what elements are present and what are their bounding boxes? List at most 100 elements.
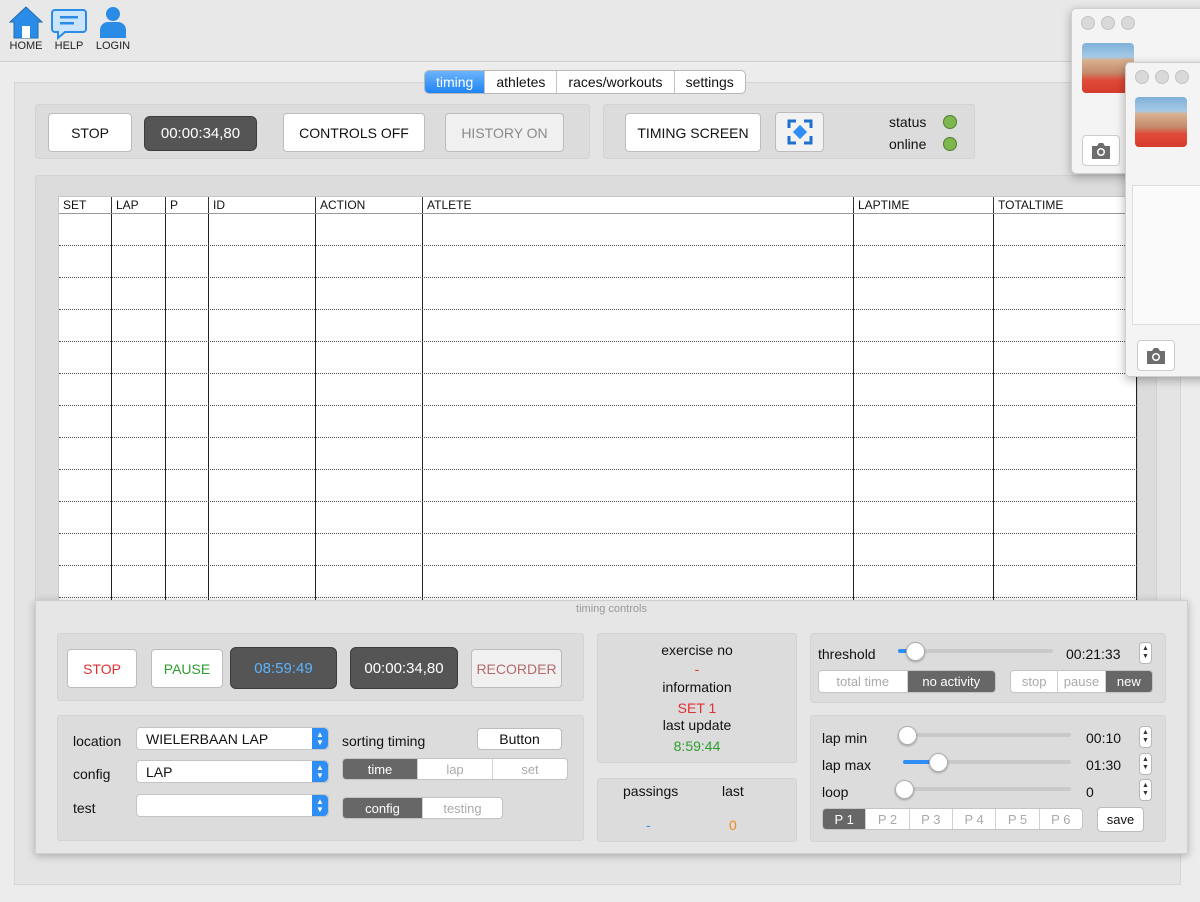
- row-divider: [59, 373, 1137, 374]
- location-label: location: [73, 733, 122, 749]
- camera-button[interactable]: [1137, 340, 1175, 371]
- tab-settings[interactable]: settings: [673, 71, 745, 93]
- camera-icon: [1092, 142, 1110, 159]
- row-divider: [59, 405, 1137, 406]
- status-label: status: [889, 114, 927, 130]
- stop-option[interactable]: stop: [1011, 671, 1057, 692]
- elapsed-clock-display: 00:00:34,80: [350, 647, 458, 689]
- controls-toggle-button[interactable]: CONTROLS OFF: [283, 113, 425, 152]
- slider-knob[interactable]: [895, 780, 914, 799]
- slider-knob[interactable]: [905, 642, 925, 661]
- slider-track: [898, 642, 1053, 661]
- window-minimize-icon[interactable]: [1155, 70, 1169, 84]
- loop-stepper[interactable]: ▲ ▼: [1139, 779, 1152, 801]
- slider-knob[interactable]: [928, 753, 948, 772]
- config-value: LAP: [146, 763, 173, 780]
- column-header-lap: LAP: [111, 197, 170, 214]
- slider-track: [898, 726, 1071, 745]
- last-update-value: 8:59:44: [673, 738, 721, 754]
- recorder-button[interactable]: RECORDER: [471, 649, 562, 688]
- controls-stop-button[interactable]: STOP: [67, 649, 137, 688]
- loop-value: 0: [1086, 784, 1094, 800]
- preset-p5[interactable]: P 5: [995, 809, 1038, 829]
- passings-label: passings: [623, 783, 679, 799]
- row-divider: [59, 565, 1137, 566]
- last-value: 0: [729, 817, 737, 833]
- column-divider: [993, 214, 994, 600]
- row-divider: [59, 309, 1137, 310]
- row-divider: [59, 437, 1137, 438]
- controls-pause-button[interactable]: PAUSE: [151, 649, 223, 688]
- last-label: last: [722, 783, 744, 799]
- help-chat-icon: [51, 9, 87, 40]
- lap-max-slider[interactable]: [903, 753, 1071, 772]
- threshold-stepper[interactable]: ▲ ▼: [1139, 642, 1152, 664]
- sort-set-option[interactable]: set: [492, 759, 567, 779]
- home-icon: [8, 6, 44, 39]
- preset-p1[interactable]: P 1: [823, 809, 866, 829]
- preset-p2[interactable]: P 2: [865, 809, 908, 829]
- login-button[interactable]: LOGIN: [93, 4, 133, 52]
- mode-testing-option[interactable]: testing: [422, 798, 502, 818]
- preset-p3[interactable]: P 3: [908, 809, 952, 829]
- help-label: HELP: [54, 40, 84, 52]
- wall-clock-display: 08:59:49: [230, 647, 337, 689]
- window-close-icon[interactable]: [1081, 16, 1095, 30]
- column-header-id: ID: [208, 197, 320, 214]
- threshold-slider[interactable]: [898, 642, 1053, 661]
- select-arrows-icon: ▲ ▼: [312, 728, 328, 749]
- row-divider: [59, 245, 1137, 246]
- lap-min-stepper[interactable]: ▲ ▼: [1139, 726, 1152, 748]
- fullscreen-button[interactable]: [775, 112, 824, 152]
- pause-option[interactable]: pause: [1057, 671, 1104, 692]
- total-time-option[interactable]: total time: [819, 671, 907, 692]
- camera-icon: [1147, 347, 1165, 364]
- column-divider: [853, 214, 854, 600]
- window-close-icon[interactable]: [1135, 70, 1149, 84]
- location-select[interactable]: WIELERBAAN LAP ▲ ▼: [136, 727, 329, 750]
- camera-button[interactable]: [1082, 135, 1120, 166]
- window-zoom-icon[interactable]: [1175, 70, 1189, 84]
- slider-track: [895, 780, 1071, 799]
- fullscreen-icon: [787, 119, 812, 145]
- user-icon: [100, 7, 126, 38]
- no-activity-option[interactable]: no activity: [906, 671, 995, 692]
- history-toggle-button[interactable]: HISTORY ON: [445, 113, 564, 152]
- timing-screen-button[interactable]: TIMING SCREEN: [625, 113, 761, 152]
- home-button[interactable]: HOME: [6, 4, 46, 52]
- config-select[interactable]: LAP ▲ ▼: [136, 760, 329, 783]
- window-zoom-icon[interactable]: [1121, 16, 1135, 30]
- column-divider: [208, 214, 209, 600]
- config-label: config: [73, 766, 111, 782]
- loop-slider[interactable]: [895, 780, 1071, 799]
- online-label: online: [889, 136, 927, 152]
- preset-p6[interactable]: P 6: [1038, 809, 1082, 829]
- generic-button[interactable]: Button: [477, 728, 562, 750]
- preset-segmented: P 1 P 2 P 3 P 4 P 5 P 6: [822, 808, 1083, 830]
- help-button[interactable]: HELP: [49, 4, 89, 52]
- mode-config-option[interactable]: config: [343, 798, 422, 818]
- slider-track: [903, 753, 1071, 772]
- tab-timing[interactable]: timing: [425, 71, 485, 93]
- main-clock: 00:00:34,80: [144, 116, 257, 151]
- window-minimize-icon[interactable]: [1101, 16, 1115, 30]
- sort-time-option[interactable]: time: [343, 759, 417, 779]
- save-button[interactable]: save: [1097, 807, 1144, 832]
- tab-races-workouts[interactable]: races/workouts: [556, 71, 673, 93]
- webcam-window-front: [1125, 62, 1200, 377]
- sort-lap-option[interactable]: lap: [417, 759, 492, 779]
- webcam-preview-image: [1135, 97, 1187, 147]
- new-option[interactable]: new: [1104, 671, 1152, 692]
- lap-min-slider[interactable]: [898, 726, 1071, 745]
- lap-max-value: 01:30: [1086, 757, 1122, 773]
- panel-title: timing controls: [576, 603, 647, 615]
- information-value: SET 1: [677, 700, 717, 716]
- stop-button[interactable]: STOP: [48, 113, 132, 152]
- lap-max-stepper[interactable]: ▲ ▼: [1139, 753, 1152, 775]
- column-header-totaltime: TOTALTIME: [993, 197, 1137, 214]
- column-header-p: P: [165, 197, 213, 214]
- row-divider: [59, 597, 1137, 598]
- preset-p4[interactable]: P 4: [951, 809, 995, 829]
- test-select[interactable]: ▲ ▼: [136, 794, 329, 817]
- tab-athletes[interactable]: athletes: [484, 71, 556, 93]
